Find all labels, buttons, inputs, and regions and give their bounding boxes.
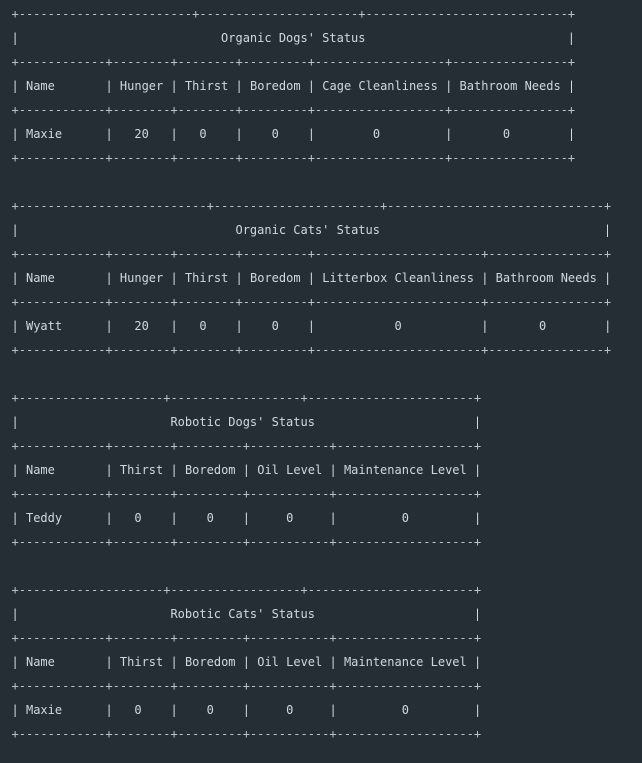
table-cell: 0 [134,703,142,717]
table-title: Organic Dogs' Status [221,31,366,45]
column-header: Bathroom Needs [495,271,597,285]
table-cell: 0 [394,319,402,333]
table-bottom-border: +------------+--------+---------+-------… [11,727,482,741]
table-title: Robotic Dogs' Status [170,415,315,429]
column-header: Oil Level [257,655,323,669]
column-header: Oil Level [257,463,323,477]
table-cell: 20 [134,319,149,333]
column-header: Boredom [184,655,236,669]
table-cell: 0 [401,703,409,717]
column-header: Boredom [184,463,236,477]
table-bottom-border: +------------+--------+--------+--------… [11,343,612,357]
table-cell: 0 [539,319,547,333]
table-title-row: | Organic Dogs' Status | [11,31,576,45]
table-cell: 20 [134,127,149,141]
table-separator: +------------+--------+--------+--------… [11,55,576,69]
table-top-border: +--------------------+------------------… [11,583,482,597]
table-row: | Maxie | 0 | 0 | 0 | 0 | [11,703,482,717]
table-title-row: | Robotic Cats' Status | [11,607,482,621]
table-separator: +------------+--------+--------+--------… [11,247,612,261]
table-bottom-border: +------------+--------+--------+--------… [11,151,576,165]
column-header: Boredom [250,271,301,285]
column-header: Boredom [250,79,301,93]
column-header: Thirst [184,79,229,93]
table-row: | Wyatt | 20 | 0 | 0 | 0 | 0 | [11,319,612,333]
column-header: Thirst [119,655,164,669]
column-header: Maintenance Level [343,655,467,669]
table-header-row: | Name | Thirst | Boredom | Oil Level | … [11,655,482,669]
table-title: Robotic Cats' Status [170,607,315,621]
table-cell: 0 [271,127,279,141]
table-cell: 0 [502,127,511,141]
table-cell: Maxie [25,127,63,141]
console-output: +------------------------+--------------… [0,0,642,763]
table-cell: Wyatt [25,319,63,333]
table-separator: +------------+--------+---------+-------… [11,679,482,693]
table-header-row: | Name | Thirst | Boredom | Oil Level | … [11,463,482,477]
column-header: Bathroom Needs [459,79,561,93]
table-title: Organic Cats' Status [235,223,380,237]
table-top-border: +--------------------+------------------… [11,391,482,405]
table-separator: +------------+--------+---------+-------… [11,487,482,501]
table-bottom-border: +------------+--------+---------+-------… [11,535,482,549]
table-separator: +------------+--------+--------+--------… [11,295,612,309]
table-cell: 0 [206,703,214,717]
table-top-border: +------------------------+--------------… [11,7,576,21]
table-title-row: | Organic Cats' Status | [11,223,612,237]
column-header: Thirst [184,271,229,285]
table-cell: 0 [206,511,214,525]
table-header-row: | Name | Hunger | Thirst | Boredom | Lit… [11,271,612,285]
column-header: Thirst [119,463,164,477]
column-header: Hunger [119,271,164,285]
table-separator: +------------+--------+--------+--------… [11,103,576,117]
table-separator: +------------+--------+---------+-------… [11,631,482,645]
table-row: | Teddy | 0 | 0 | 0 | 0 | [11,511,482,525]
table-cell: 0 [372,127,381,141]
table-cell: Maxie [25,703,63,717]
table-row: | Maxie | 20 | 0 | 0 | 0 | 0 | [11,127,576,141]
table-cell: 0 [286,511,294,525]
column-header: Name [25,271,55,285]
table-cell: 0 [286,703,294,717]
table-cell: 0 [271,319,279,333]
column-header: Name [25,655,55,669]
column-header: Maintenance Level [343,463,467,477]
table-separator: +------------+--------+---------+-------… [11,439,482,453]
column-header: Hunger [119,79,164,93]
column-header: Name [25,463,55,477]
table-cell: 0 [199,127,207,141]
table-header-row: | Name | Hunger | Thirst | Boredom | Cag… [11,79,576,93]
column-header: Cage Cleanliness [322,79,438,93]
table-title-row: | Robotic Dogs' Status | [11,415,482,429]
table-cell: 0 [134,511,142,525]
column-header: Litterbox Cleanliness [322,271,474,285]
column-header: Name [25,79,55,93]
table-cell: Teddy [25,511,63,525]
table-cell: 0 [199,319,207,333]
table-top-border: +--------------------------+------------… [11,199,612,213]
table-cell: 0 [401,511,409,525]
